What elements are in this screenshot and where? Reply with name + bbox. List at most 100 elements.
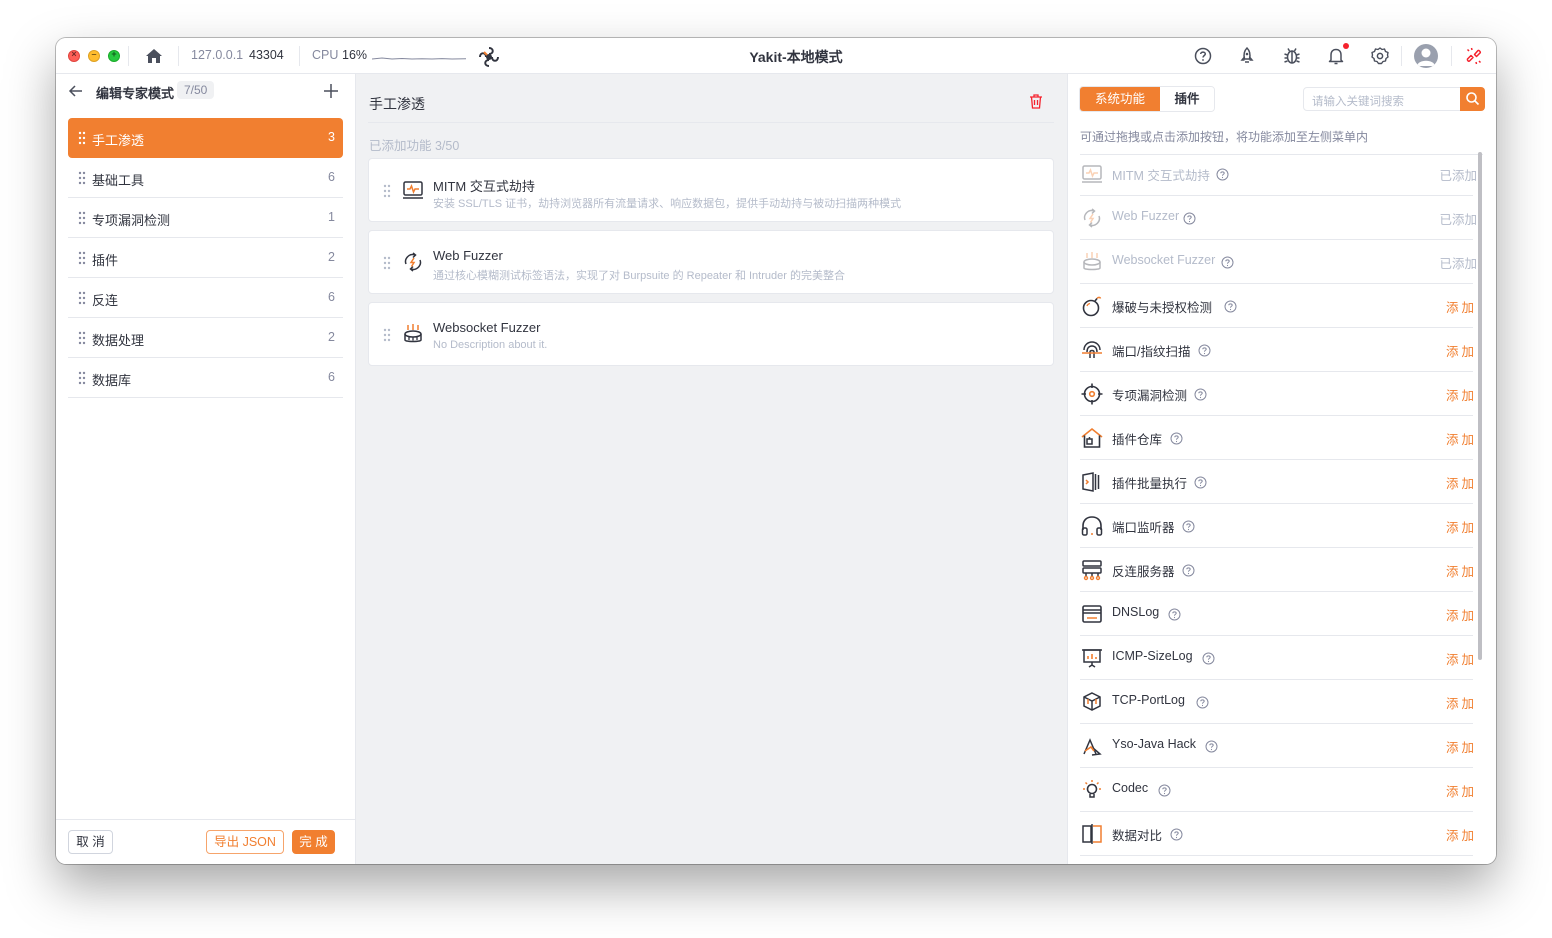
add-button[interactable]: 添加	[1446, 825, 1477, 844]
help-icon[interactable]	[1182, 520, 1195, 533]
add-button[interactable]: 添加	[1446, 693, 1477, 712]
search-button[interactable]	[1460, 87, 1485, 111]
drag-handle-icon[interactable]	[78, 251, 86, 265]
menu-item-vuln-detection[interactable]: 专项漏洞检测 1	[68, 198, 343, 238]
list-item[interactable]: 端口监听器 添加	[1080, 504, 1474, 548]
list-item[interactable]: Websocket Fuzzer 已添加	[1080, 240, 1477, 284]
back-arrow-icon[interactable]	[68, 83, 84, 99]
help-icon[interactable]	[1168, 608, 1181, 621]
add-button[interactable]: 添加	[1446, 737, 1477, 756]
drag-handle-icon[interactable]	[78, 291, 86, 305]
help-icon[interactable]	[1216, 168, 1229, 181]
menu-item-basic-tools[interactable]: 基础工具 6	[68, 158, 343, 198]
help-icon[interactable]	[1170, 432, 1183, 445]
delete-trash-icon[interactable]	[1029, 94, 1043, 109]
server-icon	[1082, 560, 1102, 581]
drag-handle-icon[interactable]	[78, 131, 86, 145]
disconnect-icon[interactable]	[1464, 46, 1484, 66]
drag-handle-icon[interactable]	[383, 328, 391, 342]
help-icon[interactable]	[1224, 300, 1237, 313]
user-avatar[interactable]	[1414, 44, 1438, 68]
tab-plugins[interactable]: 插件	[1160, 87, 1214, 111]
menu-item-label: 数据库	[92, 373, 132, 388]
add-button[interactable]: 添加	[1446, 473, 1477, 492]
list-item[interactable]: 插件批量执行 添加	[1080, 460, 1474, 504]
bug-icon[interactable]	[1282, 46, 1302, 66]
list-item[interactable]: 插件仓库 添加	[1080, 416, 1474, 460]
menu-item-manual-pentest[interactable]: 手工渗透 3	[68, 118, 343, 158]
help-icon[interactable]	[1170, 828, 1183, 841]
scrollbar[interactable]	[1478, 152, 1482, 660]
add-button[interactable]: 添加	[1446, 561, 1477, 580]
added-status: 已添加	[1439, 257, 1477, 271]
drag-handle-icon[interactable]	[78, 331, 86, 345]
drag-handle-icon[interactable]	[383, 256, 391, 270]
list-item[interactable]: 爆破与未授权检测 添加	[1080, 284, 1474, 328]
list-item[interactable]: 数据对比 添加	[1080, 812, 1474, 856]
settings-gear-icon[interactable]	[1370, 46, 1390, 66]
list-item[interactable]: Yso-Java Hack 添加	[1080, 724, 1474, 768]
mitm-icon	[1082, 165, 1102, 183]
feature-name: Yso-Java Hack	[1112, 737, 1197, 751]
menu-item-database[interactable]: 数据库 6	[68, 358, 343, 398]
list-item[interactable]: Codec 添加	[1080, 768, 1474, 812]
help-icon[interactable]	[1194, 476, 1207, 489]
tab-system-features[interactable]: 系统功能	[1080, 87, 1160, 111]
help-icon[interactable]	[1158, 784, 1171, 797]
rocket-icon[interactable]	[1237, 46, 1257, 66]
list-item[interactable]: ICMP-SizeLog 添加	[1080, 636, 1474, 680]
help-icon[interactable]	[1193, 46, 1213, 66]
cancel-button[interactable]: 取 消	[68, 830, 113, 854]
menu-item-count: 1	[328, 210, 335, 224]
add-button[interactable]: 添加	[1446, 429, 1477, 448]
search-input[interactable]: 请输入关键词搜索	[1303, 87, 1461, 111]
add-button[interactable]: 添加	[1446, 385, 1477, 404]
notification-bell-icon[interactable]	[1326, 46, 1346, 66]
drag-handle-icon[interactable]	[78, 171, 86, 185]
done-button[interactable]: 完 成	[292, 830, 335, 854]
help-icon[interactable]	[1221, 256, 1234, 269]
list-item[interactable]: MITM 交互式劫持 已添加	[1080, 152, 1477, 196]
add-button[interactable]: 添加	[1446, 517, 1477, 536]
help-icon[interactable]	[1183, 212, 1196, 225]
drag-handle-icon[interactable]	[78, 211, 86, 225]
add-button[interactable]: 添加	[1446, 605, 1477, 624]
list-item[interactable]: 反连服务器 添加	[1080, 548, 1474, 592]
feature-card-web-fuzzer[interactable]: Web Fuzzer 通过核心模糊测试标签语法，实现了对 Burpsuite 的…	[368, 230, 1054, 294]
feature-name: DNSLog	[1112, 605, 1160, 619]
help-icon[interactable]	[1194, 388, 1207, 401]
list-item[interactable]: DNSLog 添加	[1080, 592, 1474, 636]
help-icon[interactable]	[1198, 344, 1211, 357]
feature-name: 爆破与未授权检测	[1112, 301, 1213, 315]
icmp-icon	[1082, 649, 1102, 668]
add-button[interactable]: 添加	[1446, 781, 1477, 800]
list-item[interactable]: TCP-PortLog 添加	[1080, 680, 1474, 724]
headphones-icon	[1081, 516, 1103, 536]
feature-card-mitm[interactable]: MITM 交互式劫持 安装 SSL/TLS 证书，劫持浏览器所有流量请求、响应数…	[368, 158, 1054, 222]
export-json-button[interactable]: 导出 JSON	[206, 830, 284, 854]
help-icon[interactable]	[1196, 696, 1209, 709]
list-item[interactable]: 端口/指纹扫描 添加	[1080, 328, 1474, 372]
divider	[1401, 46, 1402, 66]
menu-item-plugins[interactable]: 插件 2	[68, 238, 343, 278]
menu-item-reverse[interactable]: 反连 6	[68, 278, 343, 318]
add-menu-icon[interactable]	[322, 82, 340, 100]
menu-item-data-processing[interactable]: 数据处理 2	[68, 318, 343, 358]
drag-handle-icon[interactable]	[78, 371, 86, 385]
add-button[interactable]: 添加	[1446, 297, 1477, 316]
help-icon[interactable]	[1182, 564, 1195, 577]
add-button[interactable]: 添加	[1446, 341, 1477, 360]
help-icon[interactable]	[1202, 652, 1215, 665]
add-button[interactable]: 添加	[1446, 649, 1477, 668]
feature-card-websocket-fuzzer[interactable]: Websocket Fuzzer No Description about it…	[368, 302, 1054, 366]
feature-description: 通过核心模糊测试标签语法，实现了对 Burpsuite 的 Repeater 和…	[433, 270, 845, 282]
divider	[368, 122, 1054, 123]
list-item[interactable]: Web Fuzzer 已添加	[1080, 196, 1477, 240]
codec-icon	[1083, 780, 1101, 798]
feature-name: Web Fuzzer	[433, 248, 503, 263]
drag-handle-icon[interactable]	[383, 184, 391, 198]
help-icon[interactable]	[1205, 740, 1218, 753]
web-fuzzer-icon	[1083, 208, 1101, 228]
feature-name: 数据对比	[1112, 829, 1163, 843]
list-item[interactable]: 专项漏洞检测 添加	[1080, 372, 1474, 416]
